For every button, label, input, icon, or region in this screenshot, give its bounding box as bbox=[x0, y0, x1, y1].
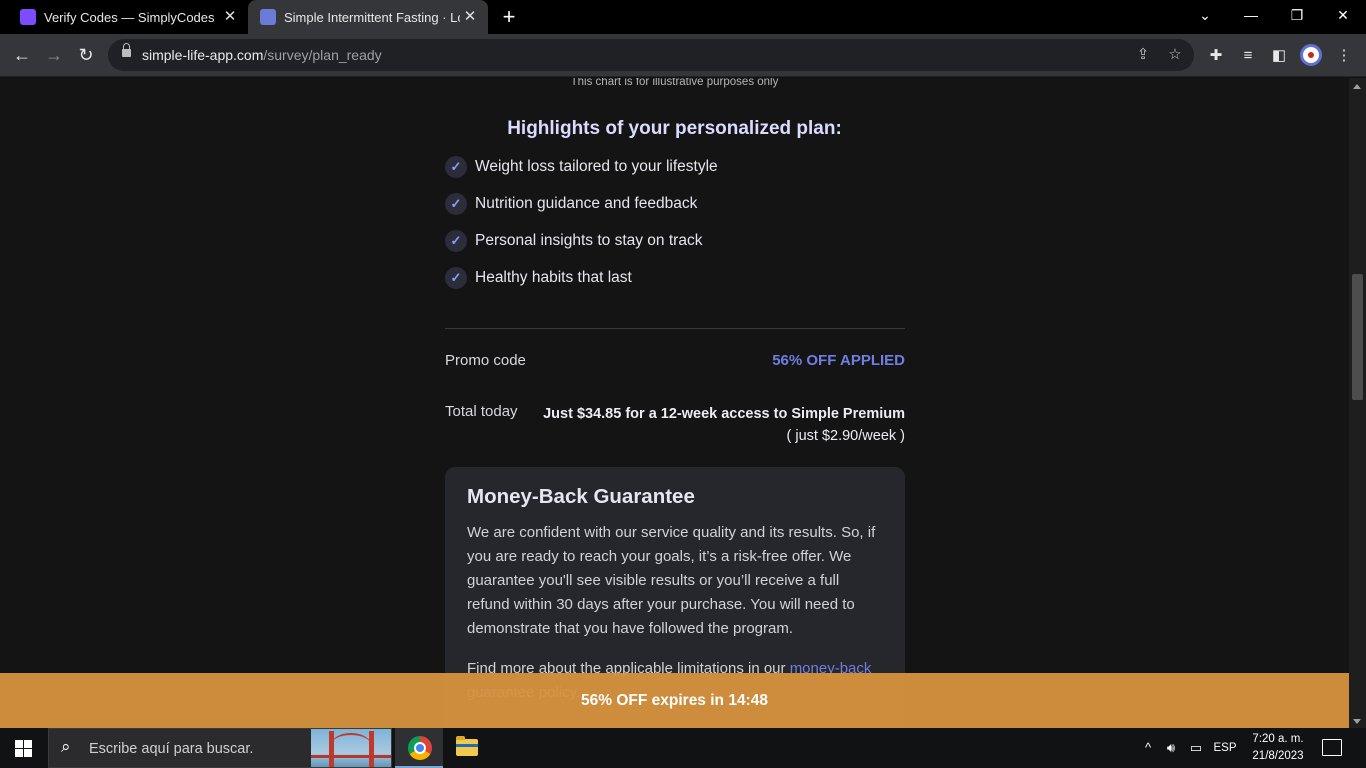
file-explorer-taskbar-button[interactable] bbox=[443, 728, 491, 768]
folder-icon bbox=[456, 736, 478, 756]
show-hidden-icons-chevron-icon[interactable]: ^ bbox=[1138, 728, 1158, 768]
restore-button[interactable]: ❐ bbox=[1274, 0, 1320, 34]
url-path: /survey/plan_ready bbox=[263, 47, 382, 63]
search-icon: ⌕ bbox=[61, 737, 71, 756]
tab-simple-fasting[interactable]: Simple Intermittent Fasting · Lose ✕ bbox=[248, 0, 488, 34]
chrome-taskbar-button[interactable] bbox=[395, 728, 443, 768]
highlight-item: ✓ Healthy habits that last bbox=[445, 267, 905, 304]
profile-avatar-icon[interactable] bbox=[1300, 44, 1322, 66]
check-icon: ✓ bbox=[445, 193, 467, 215]
side-panel-icon[interactable]: ◧ bbox=[1268, 45, 1290, 67]
new-tab-button[interactable]: + bbox=[498, 6, 520, 28]
share-icon[interactable]: ⇪ bbox=[1133, 45, 1153, 65]
url-host: simple-life-app.com bbox=[142, 47, 264, 63]
simple-favicon-icon bbox=[260, 9, 276, 25]
tab-verify-codes[interactable]: Verify Codes — SimplyCodes ✕ bbox=[0, 0, 248, 34]
volume-icon[interactable]: 🔊︎ bbox=[1160, 728, 1182, 768]
check-icon: ✓ bbox=[445, 267, 467, 289]
guarantee-title: Money-Back Guarantee bbox=[467, 485, 695, 508]
taskbar-search-box[interactable]: ⌕ Escribe aquí para buscar. bbox=[48, 728, 392, 768]
media-queue-icon[interactable]: ≡ bbox=[1237, 45, 1259, 67]
forward-arrow-icon[interactable]: → bbox=[41, 43, 67, 67]
total-today-value: Just $34.85 for a 12-week access to Simp… bbox=[525, 403, 905, 447]
promo-code-label: Promo code bbox=[445, 352, 526, 369]
url-text[interactable]: simple-life-app.com/survey/plan_ready bbox=[142, 47, 382, 63]
highlight-item: ✓ Weight loss tailored to your lifestyle bbox=[445, 156, 905, 193]
chart-caption: This chart is for illustrative purposes … bbox=[570, 78, 779, 88]
simplycodes-favicon-icon bbox=[20, 9, 36, 25]
bookmark-star-icon[interactable]: ☆ bbox=[1165, 45, 1185, 65]
minimize-button[interactable]: — bbox=[1228, 0, 1274, 34]
close-tab-icon[interactable]: ✕ bbox=[222, 9, 238, 25]
extensions-puzzle-icon[interactable]: ✚ bbox=[1205, 45, 1227, 67]
guarantee-body: We are confident with our service qualit… bbox=[467, 524, 876, 637]
address-bar[interactable]: simple-life-app.com/survey/plan_ready ⇪ … bbox=[108, 39, 1194, 71]
notification-center-icon[interactable] bbox=[1322, 739, 1342, 756]
scroll-up-arrow-icon[interactable] bbox=[1353, 84, 1361, 89]
system-clock[interactable]: 7:20 a. m. 21/8/2023 bbox=[1244, 731, 1312, 765]
scroll-down-arrow-icon[interactable] bbox=[1353, 719, 1361, 724]
highlight-item: ✓ Nutrition guidance and feedback bbox=[445, 193, 905, 230]
check-icon: ✓ bbox=[445, 230, 467, 252]
highlights-list: ✓ Weight loss tailored to your lifestyle … bbox=[445, 156, 905, 304]
windows-start-icon[interactable] bbox=[15, 740, 32, 757]
clock-time: 7:20 a. m. bbox=[1252, 733, 1304, 745]
check-icon: ✓ bbox=[445, 156, 467, 178]
tab-title: Simple Intermittent Fasting · Lose bbox=[284, 9, 460, 25]
total-price: Just $34.85 for a 12-week access to Simp… bbox=[543, 406, 905, 422]
weekly-price: ( just $2.90/week ) bbox=[786, 428, 905, 444]
windows-taskbar: ⌕ Escribe aquí para buscar. ^ 🔊︎ ▭ ESP 7… bbox=[0, 728, 1366, 768]
clock-date: 21/8/2023 bbox=[1252, 750, 1304, 762]
tab-title: Verify Codes — SimplyCodes bbox=[44, 9, 215, 25]
discount-countdown-banner: 56% OFF expires in 14:48 bbox=[0, 673, 1349, 728]
network-icon[interactable]: ▭ bbox=[1184, 728, 1208, 768]
highlight-item: ✓ Personal insights to stay on track bbox=[445, 230, 905, 267]
lock-icon[interactable] bbox=[122, 43, 131, 57]
scrollbar-thumb[interactable] bbox=[1352, 274, 1363, 400]
tab-search-button[interactable]: ⌄ bbox=[1182, 0, 1228, 34]
bridge-image-icon bbox=[311, 729, 391, 767]
section-divider bbox=[445, 328, 905, 329]
browser-toolbar: ← → ↻ simple-life-app.com/survey/plan_re… bbox=[0, 34, 1366, 77]
menu-kebab-icon[interactable]: ⋮ bbox=[1333, 45, 1355, 67]
reload-icon[interactable]: ↻ bbox=[73, 43, 99, 67]
page-viewport: This chart is for illustrative purposes … bbox=[0, 78, 1349, 728]
close-tab-icon[interactable]: ✕ bbox=[462, 9, 478, 25]
highlights-title: Highlights of your personalized plan: bbox=[507, 118, 842, 139]
search-placeholder: Escribe aquí para buscar. bbox=[89, 741, 254, 757]
language-indicator[interactable]: ESP bbox=[1210, 728, 1240, 768]
chrome-icon bbox=[408, 736, 432, 760]
page-scrollbar[interactable] bbox=[1349, 78, 1366, 728]
promo-code-status: 56% OFF APPLIED bbox=[772, 352, 905, 369]
close-window-button[interactable]: ✕ bbox=[1320, 0, 1366, 34]
total-today-label: Total today bbox=[445, 403, 518, 420]
tab-strip: Verify Codes — SimplyCodes ✕ Simple Inte… bbox=[0, 0, 1366, 34]
back-arrow-icon[interactable]: ← bbox=[9, 43, 35, 67]
